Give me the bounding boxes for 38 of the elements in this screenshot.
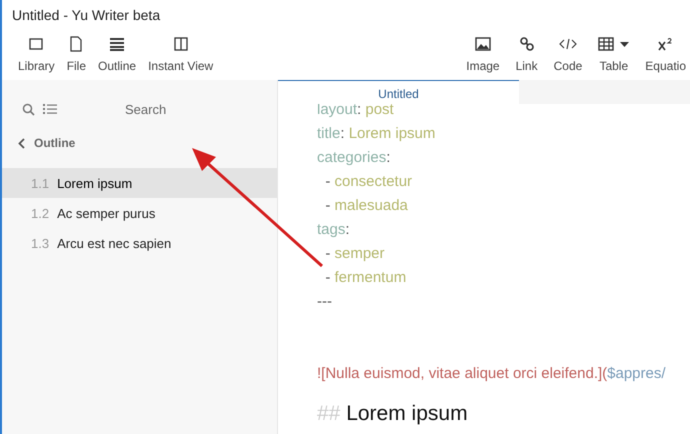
outline-title: Outline [34,136,76,150]
outline-item[interactable]: 1.3 Arcu est nec sapien [2,228,277,258]
editor-line: - fermentum [324,268,408,288]
toolbar-button[interactable]: Instant View [144,34,218,80]
editor-line: ![Nulla euismod, vitae aliquet orci eleifend.]($appres/ [317,364,667,384]
caret-icon[interactable] [620,42,630,46]
editor-line: --- [317,292,333,312]
toolbar-button[interactable]: Outline [94,34,140,80]
toolbar-button[interactable]: Library [14,34,59,80]
toolbar-button[interactable]: Equatio [641,34,690,80]
editor-tab[interactable]: Untitled [278,80,519,104]
list-icon [109,37,126,51]
file-icon [69,36,84,52]
editor-line: tags: [317,220,351,240]
outline-item[interactable]: 1.2 Ac semper purus [2,198,277,228]
list-icon[interactable] [43,103,57,115]
editor-line: - malesuada [324,196,409,216]
table-icon [598,37,614,51]
search-field[interactable]: Search [125,102,225,116]
editor-line: categories: [317,148,392,168]
columns-icon [172,36,189,52]
toolbar-button[interactable]: Link [512,34,542,80]
toolbar-button[interactable]: File [62,34,90,80]
toolbar-button[interactable]: Image [462,34,504,80]
toolbar-button[interactable]: Code [550,34,586,80]
back-icon[interactable] [18,138,25,148]
editor-line: title: Lorem ipsum [317,124,436,144]
window-icon [28,36,44,52]
editor-line: - consectetur [324,172,414,192]
toolbar-button[interactable]: Table [594,34,634,80]
heading-line: ## Lorem ipsum [317,401,469,427]
link-icon [518,36,535,52]
outline-item[interactable]: 1.1 Lorem ipsum [2,168,277,198]
search-icon[interactable] [22,102,35,116]
editor-line: - semper [324,244,386,264]
code-icon [558,37,577,51]
image-icon [474,37,491,51]
window-title: Untitled - Yu Writer beta [12,7,160,23]
